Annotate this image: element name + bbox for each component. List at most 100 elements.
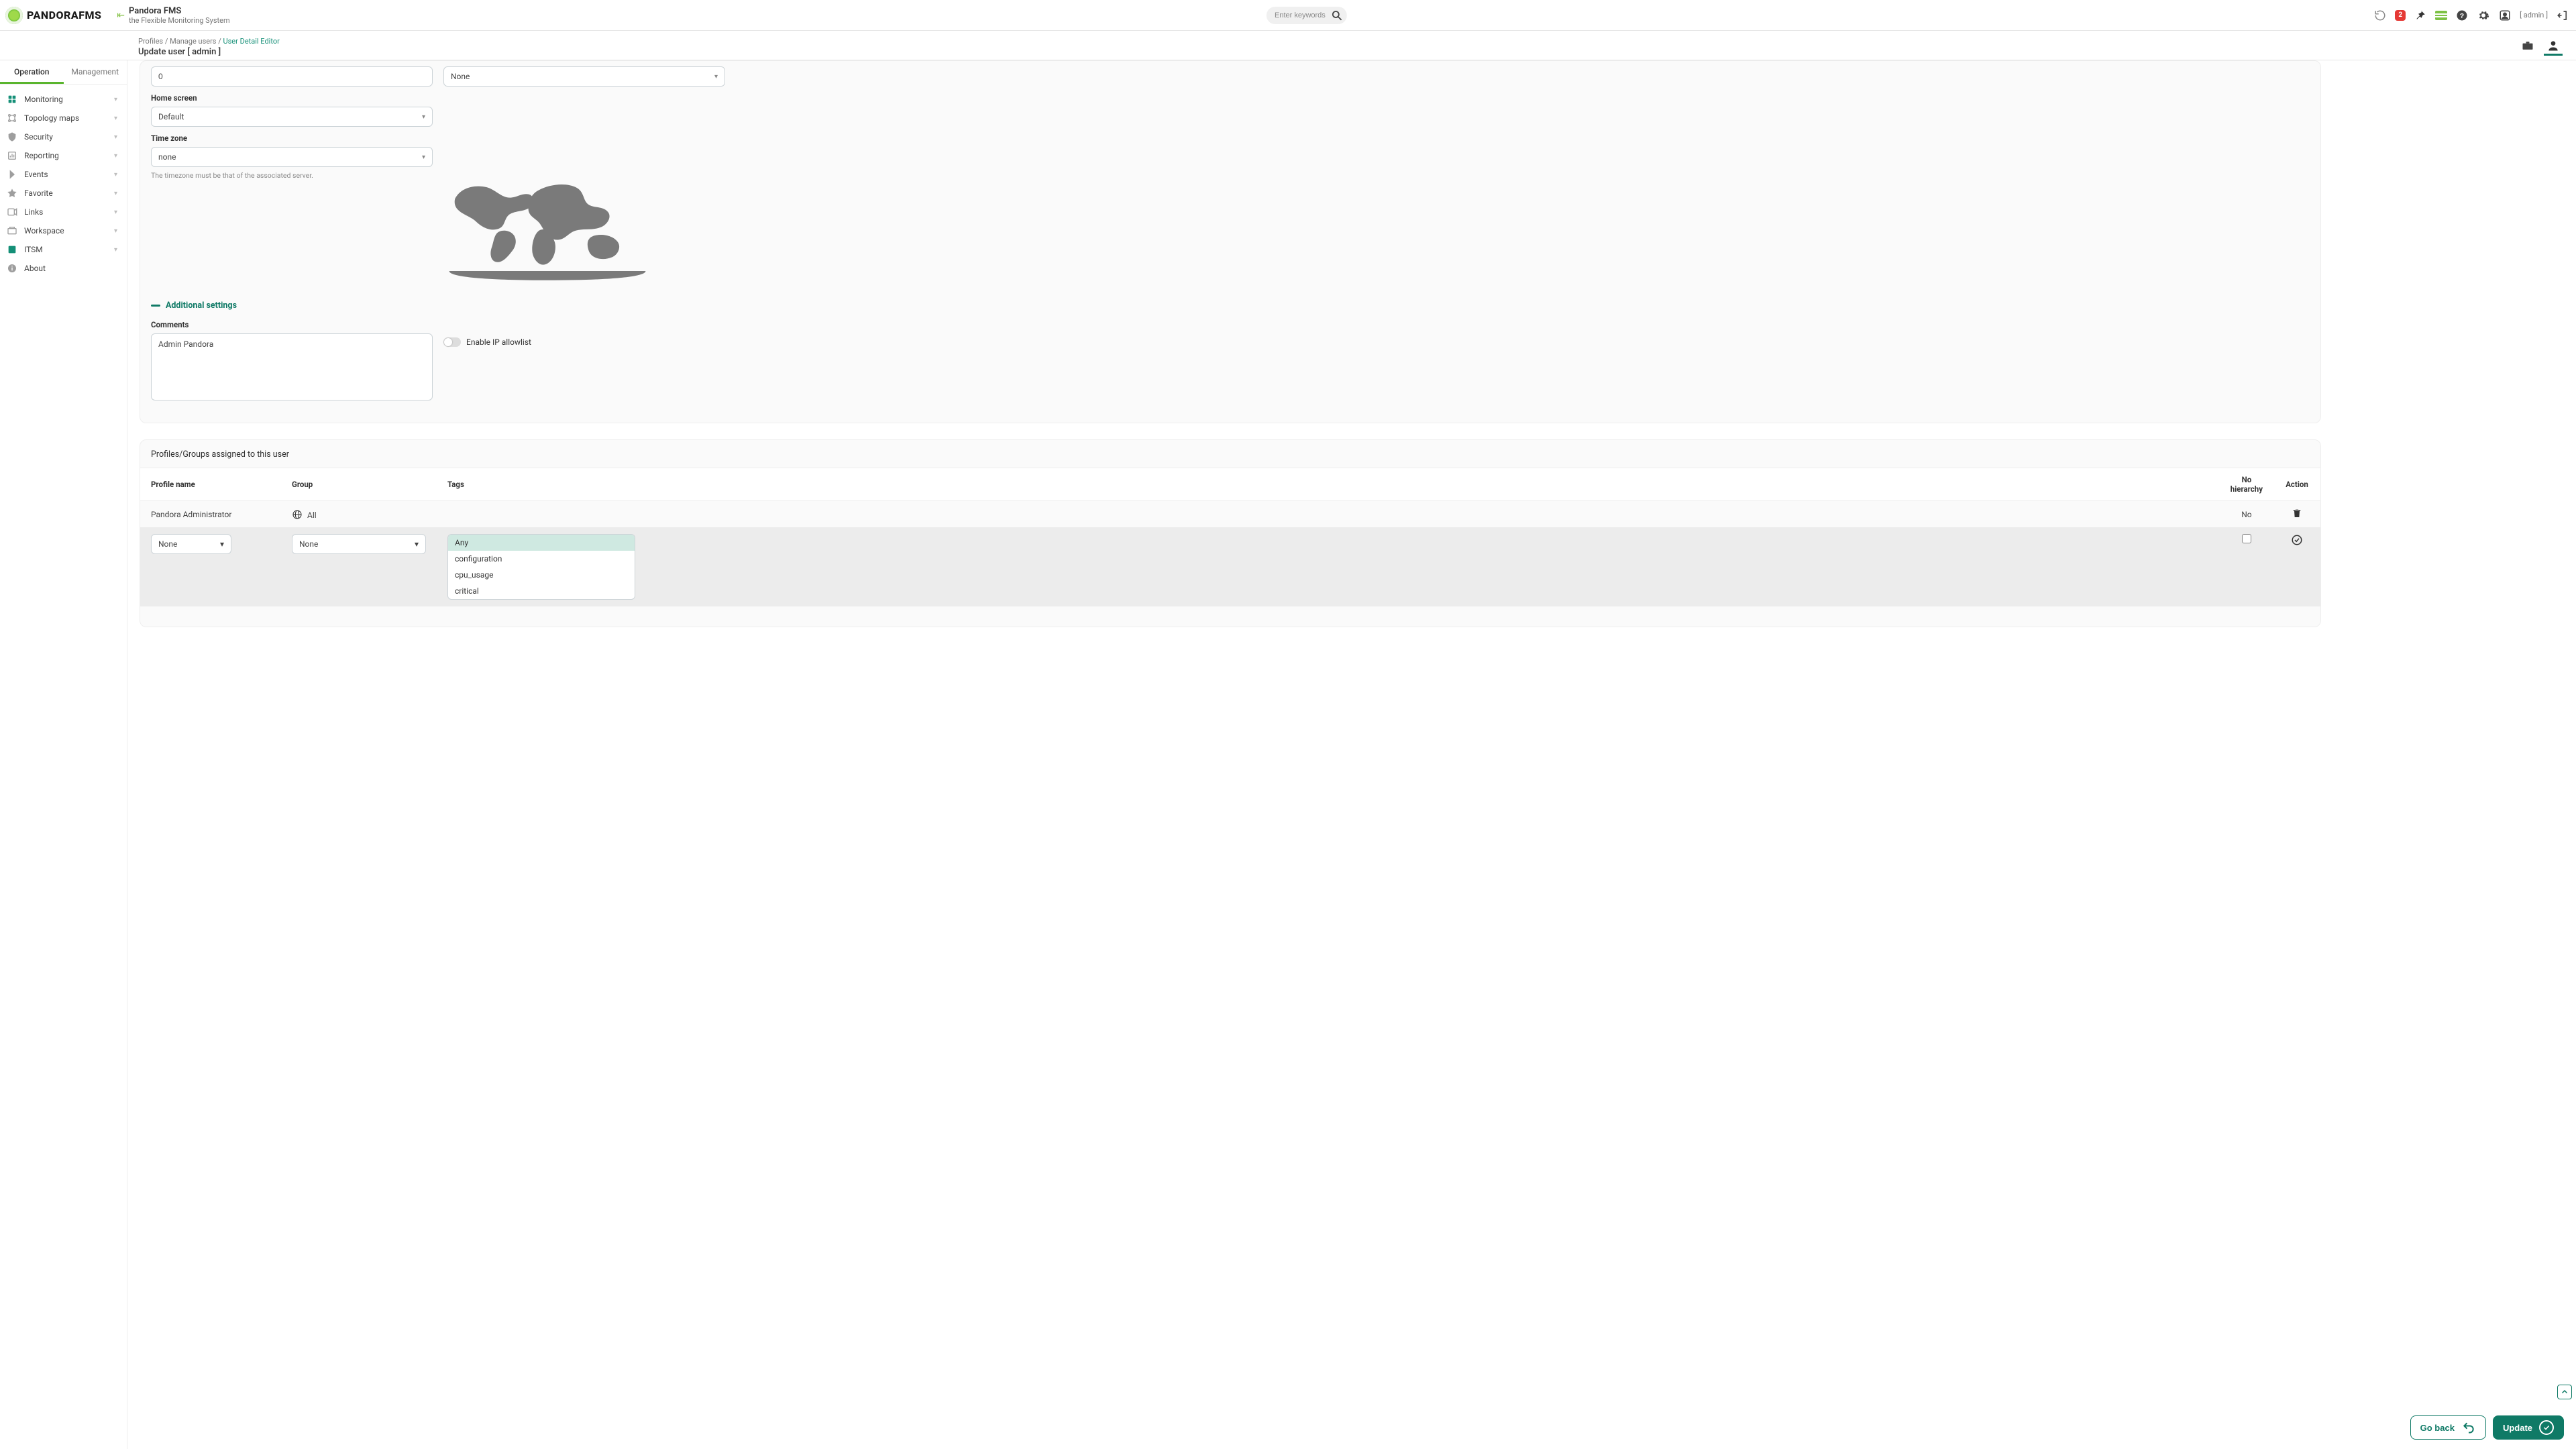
col-group: Group [281, 468, 437, 501]
profiles-card: Profiles/Groups assigned to this user Pr… [140, 439, 2321, 627]
app-title: Pandora FMS [129, 6, 330, 16]
tab-briefcase-icon[interactable] [2518, 37, 2537, 56]
nohierarchy-checkbox[interactable] [2242, 534, 2251, 543]
sidebar-item-icon [7, 263, 17, 274]
chevron-down-icon: ▾ [415, 539, 419, 549]
pin-icon[interactable] [2414, 9, 2427, 22]
app-title-block: Pandora FMS the Flexible Monitoring Syst… [129, 6, 330, 25]
app-subtitle: the Flexible Monitoring System [129, 16, 330, 25]
help-icon[interactable]: ? [2455, 9, 2469, 22]
page-tabs [2518, 37, 2563, 60]
sidebar-item-workspace[interactable]: Workspace▾ [0, 221, 127, 240]
col-action: Action [2273, 468, 2320, 501]
col-profile: Profile name [140, 468, 281, 501]
chevron-down-icon: ▾ [114, 133, 117, 141]
allowlist-toggle[interactable] [443, 337, 461, 347]
sidebar-item-icon [7, 207, 17, 217]
search-icon[interactable] [1331, 9, 1343, 21]
timezone-hint: The timezone must be that of the associa… [151, 171, 433, 180]
comments-textarea[interactable] [151, 333, 433, 400]
right-select[interactable]: None ▾ [443, 66, 725, 87]
breadcrumb-item[interactable]: Manage users [170, 37, 216, 46]
home-screen-select[interactable]: Default ▾ [151, 107, 433, 127]
refresh-icon[interactable] [2373, 9, 2387, 22]
sidebar-item-links[interactable]: Links ▾ [0, 203, 127, 221]
numeric-field[interactable] [151, 66, 433, 87]
status-icon[interactable] [2435, 11, 2447, 20]
sidebar-collapse-icon[interactable]: ⇤ [117, 10, 125, 21]
breadcrumb-item[interactable]: Profiles [138, 37, 163, 46]
delete-row-button[interactable] [2292, 508, 2302, 521]
chevron-down-icon: ▾ [114, 227, 117, 235]
profile-select[interactable]: None▾ [151, 534, 231, 554]
world-map-image[interactable] [443, 167, 651, 284]
sidebar-item-itsm[interactable]: ITSM ▾ [0, 240, 127, 259]
table-row: Pandora Administrator All No [140, 501, 2320, 528]
chevron-down-icon: ▾ [714, 73, 718, 80]
global-search [1267, 7, 1347, 24]
tag-option[interactable]: critical [448, 583, 635, 599]
group-select[interactable]: None▾ [292, 534, 426, 554]
cell-group: All [281, 501, 437, 528]
sidebar-item-label: ITSM [24, 245, 43, 254]
user-avatar-icon[interactable] [2498, 9, 2512, 22]
chevron-down-icon: ▾ [114, 209, 117, 216]
sidebar-item-favorite[interactable]: Favorite ▾ [0, 184, 127, 203]
tag-option[interactable]: configuration [448, 551, 635, 567]
home-screen-value: Default [158, 112, 184, 121]
additional-settings-toggle[interactable]: Additional settings [151, 301, 2310, 311]
col-tags: Tags [437, 468, 2220, 501]
sidebar-item-label: Links [24, 207, 43, 217]
go-back-button[interactable]: Go back [2410, 1415, 2486, 1440]
sidebar-tab-management[interactable]: Management [64, 60, 127, 84]
sidebar-item-icon [7, 244, 17, 255]
page-title: Update user [ admin ] [138, 47, 2518, 57]
sidebar-item-icon [7, 225, 17, 236]
sidebar-item-icon [7, 94, 17, 105]
scroll-top-button[interactable] [2557, 1385, 2572, 1399]
sidebar-item-topology-maps[interactable]: Topology maps▾ [0, 109, 127, 127]
sidebar-item-label: Monitoring [24, 95, 63, 104]
chevron-down-icon: ▾ [114, 246, 117, 254]
brand-text: PANDORAFMS [27, 9, 101, 21]
sidebar-item-reporting[interactable]: Reporting ▾ [0, 146, 127, 165]
col-nohierarchy: No hierarchy [2220, 468, 2273, 501]
sidebar-item-monitoring[interactable]: Monitoring ▾ [0, 90, 127, 109]
profiles-table: Profile name Group Tags No hierarchy Act… [140, 468, 2320, 606]
confirm-row-button[interactable] [2291, 534, 2303, 548]
gear-icon[interactable] [2477, 9, 2490, 22]
sidebar-item-label: About [24, 264, 46, 273]
user-settings-card: None ▾ Home screen Default ▾ Time zone [140, 60, 2321, 423]
chevron-down-icon: ▾ [114, 96, 117, 103]
sidebar-list: Monitoring▾Topology maps▾Security▾Report… [0, 85, 127, 283]
svg-text:?: ? [2460, 11, 2464, 19]
sidebar-tabs: Operation Management [0, 60, 127, 85]
sidebar-item-label: Reporting [24, 151, 59, 160]
sidebar-item-icon [7, 131, 17, 142]
sidebar-item-security[interactable]: Security ▾ [0, 127, 127, 146]
logout-icon[interactable] [2556, 9, 2569, 22]
undo-icon [2461, 1420, 2476, 1435]
top-header: PANDORAFMS ⇤ Pandora FMS the Flexible Mo… [0, 0, 2576, 31]
sidebar-item-about[interactable]: About [0, 259, 127, 278]
table-row-editing: None▾ None▾ Anyconfigurationcpu_usagecri… [140, 527, 2320, 606]
sidebar-item-events[interactable]: Events▾ [0, 165, 127, 184]
check-circle-icon [2291, 534, 2303, 546]
notifications-badge[interactable]: 2 [2395, 10, 2406, 21]
update-button[interactable]: Update [2493, 1415, 2564, 1440]
sidebar-tab-operation[interactable]: Operation [0, 60, 64, 84]
tab-user-icon[interactable] [2544, 37, 2563, 56]
tag-option[interactable]: cpu_usage [448, 567, 635, 583]
timezone-select[interactable]: none ▾ [151, 147, 433, 167]
sidebar-item-label: Security [24, 132, 53, 142]
trash-icon [2292, 508, 2302, 519]
tag-option[interactable]: Any [448, 535, 635, 551]
comments-label: Comments [151, 320, 433, 329]
sidebar-item-label: Favorite [24, 189, 53, 198]
tags-multiselect[interactable]: Anyconfigurationcpu_usagecritical [447, 534, 635, 600]
chevron-down-icon: ▾ [114, 152, 117, 160]
chevron-down-icon: ▾ [114, 190, 117, 197]
sidebar-item-label: Topology maps [24, 113, 79, 123]
timezone-label: Time zone [151, 133, 2310, 143]
breadcrumb: Profiles / Manage users / User Detail Ed… [138, 37, 2518, 46]
